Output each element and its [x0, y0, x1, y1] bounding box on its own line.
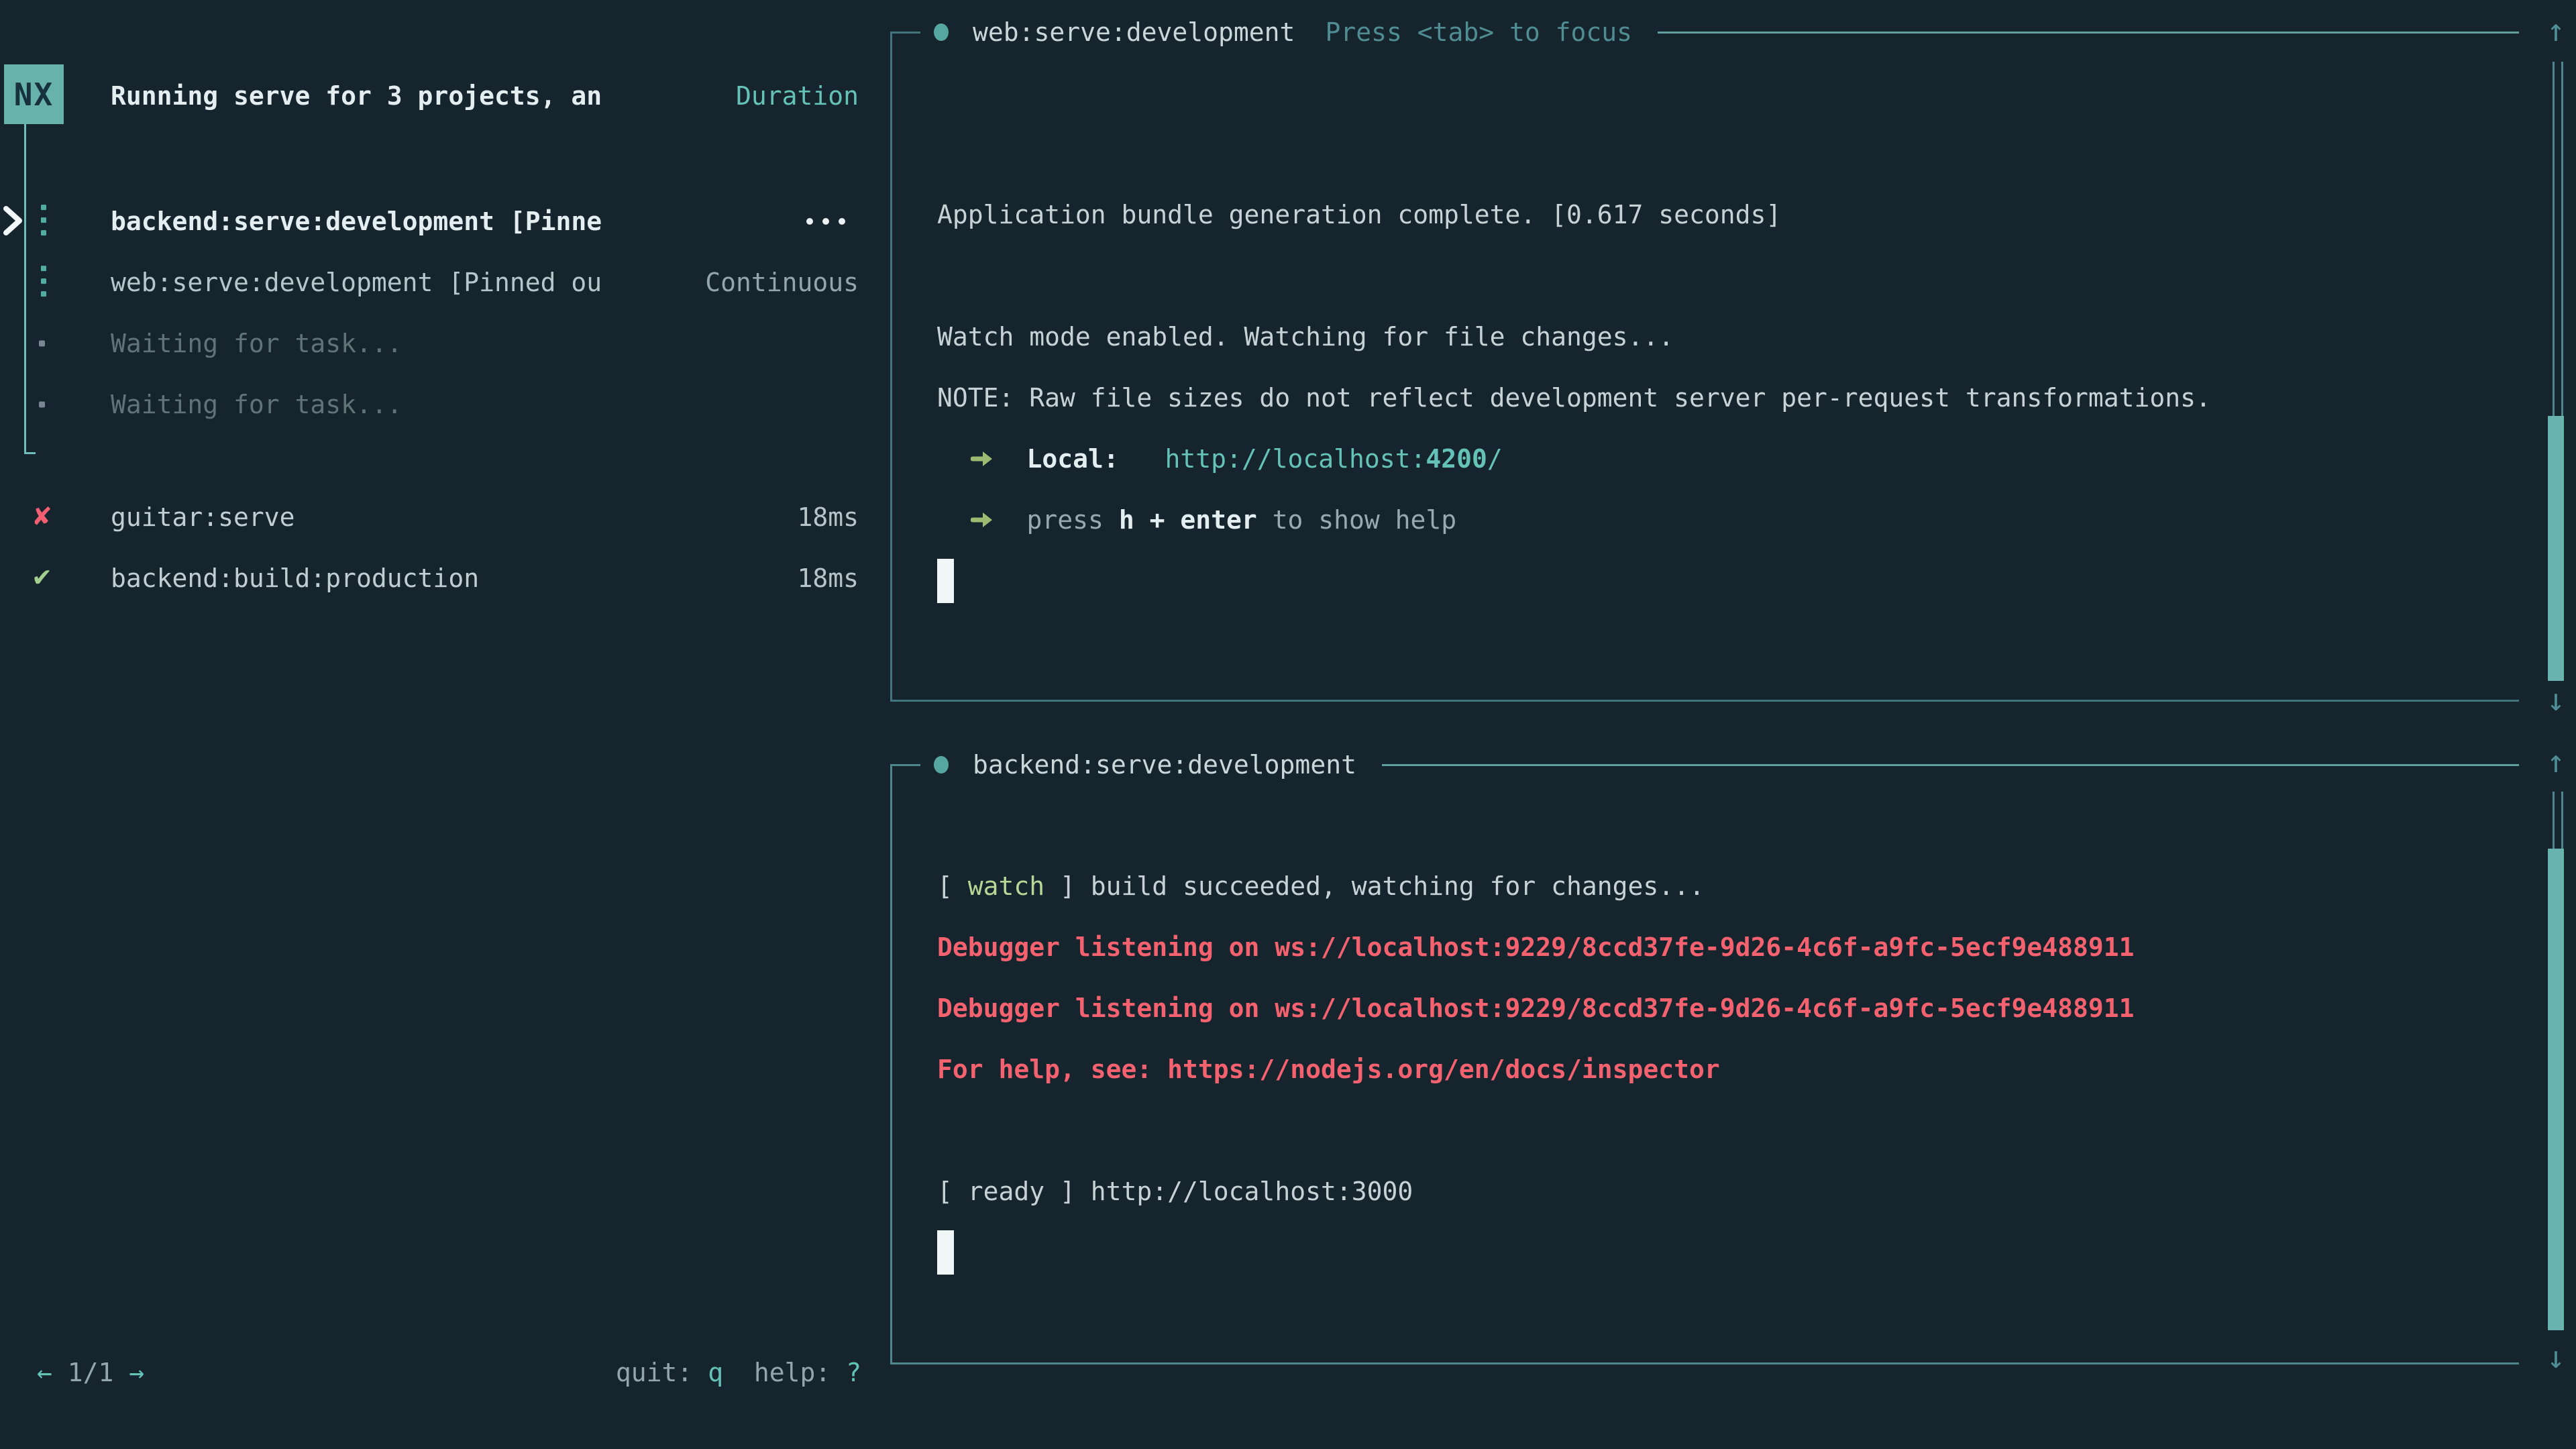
terminal-line	[937, 245, 2499, 306]
task-row[interactable]: web:serve:development [Pinned ou Continuo…	[0, 252, 890, 313]
scrollbar-track[interactable]	[2553, 792, 2563, 849]
terminal-line: Application bundle generation complete. …	[937, 184, 2499, 245]
pane-status-dot-icon	[934, 756, 949, 773]
pane-title-trail-line	[1382, 764, 2519, 766]
terminal-line: [ watch ] build succeeded, watching for …	[937, 855, 2499, 916]
prompt-arrow-icon	[971, 510, 994, 530]
check-icon: ✔	[32, 563, 52, 592]
selected-task-chevron-icon	[1, 205, 24, 236]
scrollbar-thumb[interactable]	[2548, 849, 2564, 1330]
terminal-line: press h + enter to show help	[937, 489, 2499, 550]
pager[interactable]: ← 1/1 →	[37, 1358, 144, 1387]
task-label: guitar:serve	[111, 502, 295, 532]
task-tree-line	[24, 124, 26, 453]
terminal-line	[937, 550, 2499, 611]
pane-title-trail-line	[1658, 32, 2519, 34]
pane-focus-hint: Press <tab> to focus	[1325, 17, 1632, 47]
task-list-header: Running serve for 3 projects, an Duratio…	[0, 65, 890, 126]
task-label: Waiting for task...	[111, 329, 402, 358]
task-row[interactable]: ✘ guitar:serve 18ms	[0, 486, 890, 547]
terminal-line	[937, 1099, 2499, 1161]
task-duration: 18ms	[797, 502, 859, 532]
terminal-line: Watch mode enabled. Watching for file ch…	[937, 306, 2499, 367]
pager-next-icon[interactable]: →	[129, 1358, 144, 1387]
quit-hint-label: quit:	[616, 1358, 708, 1387]
terminal-output-backend-serve: [ watch ] build succeeded, watching for …	[937, 794, 2499, 1283]
task-tree-line-foot	[24, 452, 36, 454]
running-indicator-icon	[41, 266, 46, 297]
scroll-down-icon[interactable]: ↓	[2539, 684, 2573, 715]
footer-bar: ← 1/1 → quit: q help: ?	[0, 1342, 890, 1403]
task-label: backend:serve:development [Pinne	[111, 207, 602, 236]
task-list-title: Running serve for 3 projects, an	[111, 81, 602, 111]
pane-title-text: backend:serve:development	[973, 750, 1356, 780]
keyboard-hints: quit: q help: ?	[616, 1358, 861, 1387]
task-duration: 18ms	[797, 564, 859, 593]
nx-tui-screen: NX Running serve for 3 projects, an Dura…	[0, 0, 2576, 1449]
scroll-down-icon[interactable]: ↓	[2539, 1342, 2573, 1373]
pane-title-text: web:serve:development	[973, 17, 1295, 47]
cross-icon: ✘	[32, 502, 52, 531]
scroll-up-icon[interactable]: ↑	[2539, 746, 2573, 777]
pane-title-backend-serve: backend:serve:development	[920, 743, 2519, 787]
terminal-line: Debugger listening on ws://localhost:922…	[937, 977, 2499, 1038]
terminal-line: For help, see: https://nodejs.org/en/doc…	[937, 1038, 2499, 1099]
task-row[interactable]: Waiting for task...	[0, 313, 890, 374]
duration-column-header: Duration	[736, 81, 859, 111]
terminal-cursor	[937, 1230, 954, 1275]
terminal-line: Local: http://localhost:4200/	[937, 428, 2499, 489]
terminal-line	[937, 1222, 2499, 1283]
waiting-dot-icon	[39, 340, 45, 346]
running-indicator-icon	[41, 205, 46, 235]
terminal-cursor	[937, 559, 954, 603]
terminal-line: [ ready ] http://localhost:3000	[937, 1161, 2499, 1222]
terminal-line	[937, 62, 2499, 123]
waiting-dot-icon	[39, 401, 45, 407]
terminal-output-web-serve: Application bundle generation complete. …	[937, 62, 2499, 611]
task-label: backend:build:production	[111, 564, 479, 593]
scroll-up-icon[interactable]: ↑	[2539, 15, 2573, 46]
scrollbar-track[interactable]	[2553, 62, 2563, 416]
prompt-arrow-icon	[971, 449, 994, 469]
task-duration: Continuous	[705, 268, 859, 297]
help-hint-label: help:	[723, 1358, 846, 1387]
task-row[interactable]: ✔ backend:build:production 18ms	[0, 547, 890, 608]
nx-logo: NX	[4, 64, 64, 124]
quit-key: q	[708, 1358, 723, 1387]
task-label: Waiting for task...	[111, 390, 402, 419]
scrollbar-thumb[interactable]	[2548, 416, 2564, 681]
terminal-line	[937, 123, 2499, 184]
pager-count: 1/1	[68, 1358, 114, 1387]
terminal-line	[937, 794, 2499, 855]
task-spinner-icon	[806, 218, 845, 225]
pager-prev-icon[interactable]: ←	[37, 1358, 52, 1387]
pane-status-dot-icon	[934, 23, 949, 41]
terminal-pane-web-serve[interactable]: web:serve:development Press <tab> to foc…	[890, 32, 2519, 702]
terminal-pane-backend-serve[interactable]: backend:serve:development [ watch ] buil…	[890, 764, 2519, 1364]
task-row[interactable]: backend:serve:development [Pinne	[0, 191, 890, 252]
task-row[interactable]: Waiting for task...	[0, 374, 890, 435]
pane-title-web-serve: web:serve:development Press <tab> to foc…	[920, 10, 2519, 54]
terminal-line: Debugger listening on ws://localhost:922…	[937, 916, 2499, 977]
task-label: web:serve:development [Pinned ou	[111, 268, 602, 297]
help-key: ?	[846, 1358, 861, 1387]
terminal-line: NOTE: Raw file sizes do not reflect deve…	[937, 367, 2499, 428]
